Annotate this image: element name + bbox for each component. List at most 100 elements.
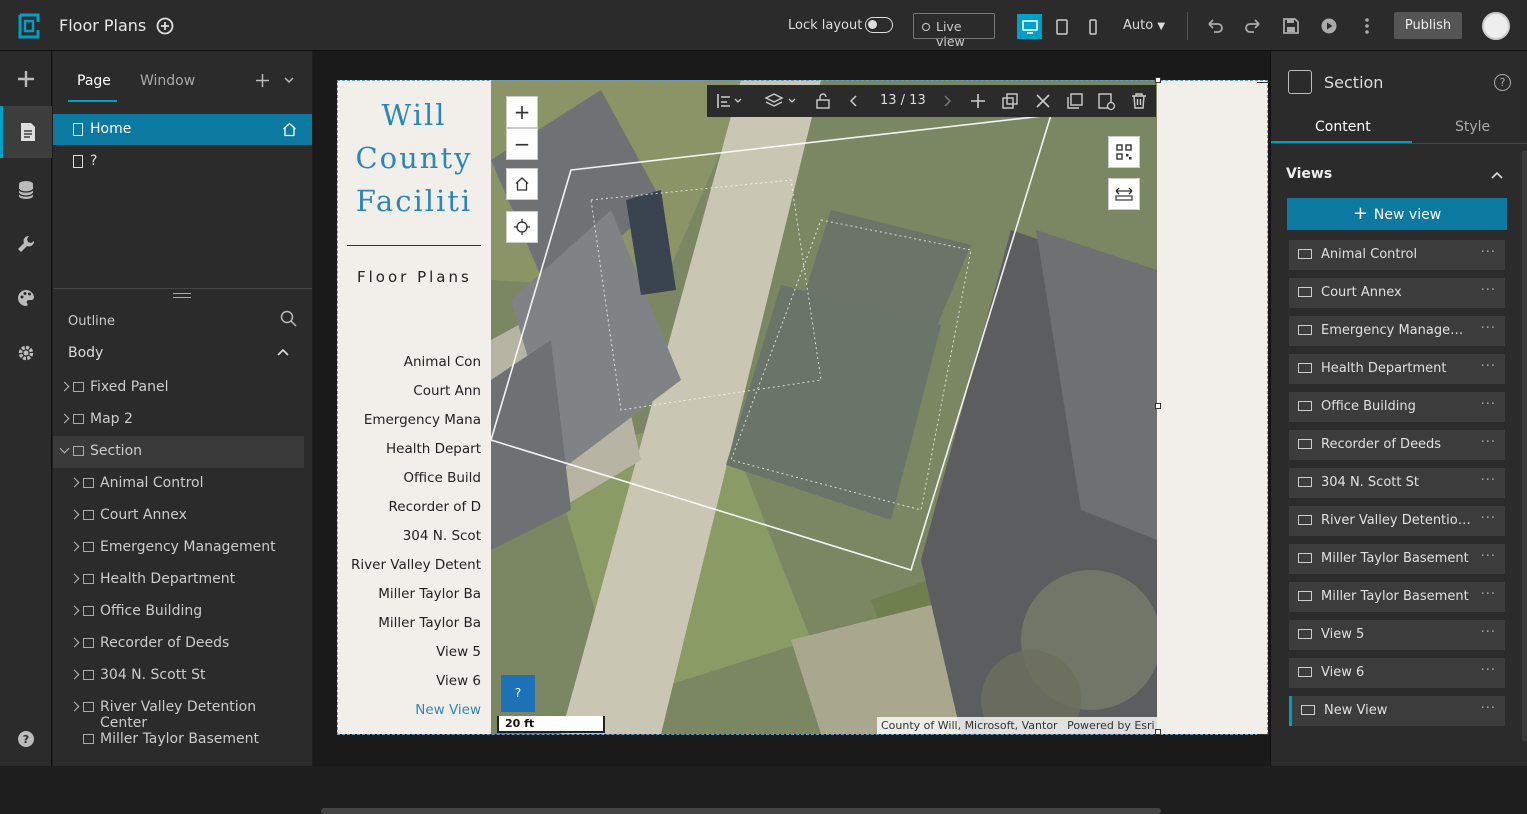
copy-icon[interactable]: [1067, 93, 1083, 109]
add-page-icon[interactable]: [255, 73, 270, 88]
chevron-right-icon[interactable]: [69, 701, 80, 712]
tab-content[interactable]: Content: [1315, 119, 1371, 135]
outline-item[interactable]: Office Building: [53, 596, 304, 628]
outline-item[interactable]: Fixed Panel: [53, 372, 304, 404]
chevron-right-icon[interactable]: [59, 413, 70, 424]
lock-layout-toggle[interactable]: [865, 17, 893, 33]
zoom-out-button[interactable]: −: [506, 128, 538, 160]
chevron-right-icon[interactable]: [69, 605, 80, 616]
more-horizontal-icon[interactable]: ···: [1481, 359, 1496, 374]
layers-icon[interactable]: [764, 92, 798, 110]
view-card[interactable]: Emergency Managem... ···: [1289, 316, 1505, 346]
views-section-title[interactable]: Views: [1286, 166, 1332, 182]
outline-item[interactable]: Recorder of Deeds: [53, 628, 304, 660]
outline-item[interactable]: Miller Taylor Basement: [53, 724, 304, 756]
aerial-imagery[interactable]: [491, 80, 1157, 734]
redo-icon[interactable]: [1243, 16, 1263, 36]
desktop-device-button[interactable]: [1017, 14, 1042, 39]
outline-item[interactable]: Emergency Management: [53, 532, 304, 564]
outline-item[interactable]: Map 2: [53, 404, 304, 436]
tab-window[interactable]: Window: [140, 73, 195, 89]
more-horizontal-icon[interactable]: ···: [1481, 663, 1496, 678]
chevron-up-icon[interactable]: [1491, 171, 1503, 179]
view-link[interactable]: Miller Taylor Ba: [331, 615, 481, 631]
outline-item[interactable]: Section: [53, 436, 304, 468]
chevron-right-icon[interactable]: [69, 637, 80, 648]
mobile-device-button[interactable]: [1080, 14, 1105, 39]
chevron-left-icon[interactable]: [850, 95, 858, 107]
view-link[interactable]: Health Depart: [331, 441, 481, 457]
page-settings-icon[interactable]: [156, 17, 174, 35]
align-icon[interactable]: [716, 93, 742, 109]
auto-size-dropdown[interactable]: Auto ▼: [1123, 18, 1165, 33]
map-widget[interactable]: + −: [491, 80, 1157, 734]
outline-item[interactable]: Court Annex: [53, 500, 304, 532]
canvas-horizontal-scrollbar[interactable]: [321, 808, 1161, 814]
page-item-unnamed[interactable]: ?: [53, 146, 312, 177]
chevron-right-icon[interactable]: [943, 95, 951, 107]
locate-button[interactable]: [506, 211, 538, 243]
view-card[interactable]: Miller Taylor Basement ···: [1289, 582, 1505, 612]
outline-item[interactable]: River Valley Detention Center: [53, 692, 304, 731]
settings-button[interactable]: [0, 327, 52, 379]
delete-icon[interactable]: [1131, 93, 1147, 109]
close-icon[interactable]: [1035, 93, 1051, 109]
view-link[interactable]: Court Ann: [331, 383, 481, 399]
fixed-panel[interactable]: Will County Faciliti Floor Plans Animal …: [337, 80, 491, 734]
view-card[interactable]: Office Building ···: [1289, 392, 1505, 422]
chevron-down-icon[interactable]: [59, 443, 70, 454]
powered-by-esri-link[interactable]: Powered by Esri: [1067, 719, 1155, 732]
map-help-button[interactable]: ?: [501, 675, 535, 712]
more-horizontal-icon[interactable]: ···: [1481, 473, 1496, 488]
more-vertical-icon[interactable]: [1357, 16, 1377, 36]
chevron-right-icon[interactable]: [69, 573, 80, 584]
view-link[interactable]: Office Build: [331, 470, 481, 486]
publish-button[interactable]: Publish: [1394, 12, 1462, 39]
more-horizontal-icon[interactable]: ···: [1481, 587, 1496, 602]
view-card[interactable]: 304 N. Scott St ···: [1289, 468, 1505, 498]
user-avatar[interactable]: [1482, 12, 1510, 40]
edit-settings-icon[interactable]: [1098, 93, 1116, 111]
data-button[interactable]: [0, 164, 52, 216]
view-card[interactable]: New View ···: [1289, 696, 1505, 726]
chevron-right-icon[interactable]: [69, 509, 80, 520]
tools-button[interactable]: [0, 218, 52, 270]
view-link[interactable]: View 5: [331, 644, 481, 660]
chevron-right-icon[interactable]: [59, 381, 70, 392]
view-card[interactable]: Animal Control ···: [1289, 240, 1505, 270]
preview-play-icon[interactable]: [1319, 16, 1339, 36]
view-card[interactable]: View 6 ···: [1289, 658, 1505, 688]
qr-code-button[interactable]: [1108, 136, 1140, 168]
resize-handle-right[interactable]: [1155, 403, 1161, 409]
resize-handle-top-right[interactable]: [1155, 77, 1161, 83]
new-view-button[interactable]: + New view: [1287, 198, 1507, 230]
live-view-button[interactable]: Live view: [913, 13, 995, 49]
search-icon[interactable]: [280, 310, 297, 327]
outline-item[interactable]: Animal Control: [53, 468, 304, 500]
view-card[interactable]: Health Department ···: [1289, 354, 1505, 384]
tab-style[interactable]: Style: [1455, 119, 1490, 135]
resize-handle-bottom-right[interactable]: [1155, 729, 1161, 735]
zoom-in-button[interactable]: +: [506, 96, 538, 128]
more-horizontal-icon[interactable]: ···: [1481, 511, 1496, 526]
home-extent-button[interactable]: [506, 168, 538, 200]
undo-icon[interactable]: [1205, 16, 1225, 36]
measure-button[interactable]: [1108, 178, 1140, 210]
more-horizontal-icon[interactable]: ···: [1481, 283, 1496, 298]
resize-handle[interactable]: [173, 293, 191, 298]
view-link[interactable]: Miller Taylor Ba: [331, 586, 481, 602]
more-horizontal-icon[interactable]: ···: [1481, 397, 1496, 412]
view-card[interactable]: Court Annex ···: [1289, 278, 1505, 308]
view-card[interactable]: View 5 ···: [1289, 620, 1505, 650]
duplicate-icon[interactable]: [1002, 93, 1018, 109]
chevron-right-icon[interactable]: [69, 669, 80, 680]
more-horizontal-icon[interactable]: ···: [1481, 245, 1496, 260]
view-link[interactable]: Animal Con: [331, 354, 481, 370]
resize-handle-top-right-outer[interactable]: [1257, 77, 1269, 83]
view-card[interactable]: Miller Taylor Basement ···: [1289, 544, 1505, 574]
chevron-right-icon[interactable]: [69, 541, 80, 552]
view-link[interactable]: Recorder of D: [331, 499, 482, 515]
page-item-home[interactable]: Home: [53, 114, 312, 145]
lock-icon[interactable]: [815, 93, 831, 109]
chevron-up-icon[interactable]: [277, 348, 289, 356]
